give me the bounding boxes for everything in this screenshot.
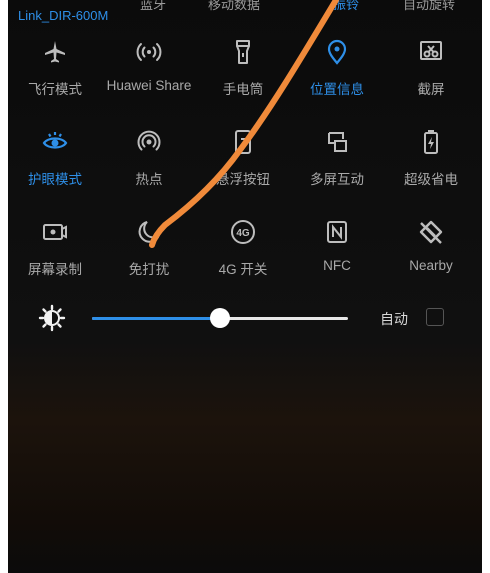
huawei-share-icon [135,38,163,66]
multiscreen-icon [323,128,351,156]
toggle-row-1: 飞行模式 Huawei Share 手电筒 位置信息 截屏 [8,32,482,112]
tile-label: 飞行模式 [28,82,82,97]
location-pin-icon [323,38,351,66]
tile-multiscreen[interactable]: 多屏互动 [290,122,384,202]
brightness-sun-icon [38,304,66,332]
tile-screenshot[interactable]: 截屏 [384,32,478,112]
flashlight-icon [229,38,257,66]
auto-rotate-label: 自动旋转 [403,0,456,13]
tile-nfc[interactable]: NFC [290,212,384,292]
floating-button-icon [229,128,257,156]
auto-brightness-label: 自动 [380,312,408,328]
bluetooth-label: 蓝牙 [140,0,167,13]
tile-4g-toggle[interactable]: 4G 4G 开关 [196,212,290,292]
tile-screen-record[interactable]: 屏幕录制 [8,212,102,292]
tile-label: 免打扰 [128,262,170,277]
tile-hotspot[interactable]: 热点 [102,122,196,202]
tile-do-not-disturb[interactable]: 免打扰 [102,212,196,292]
tile-label: Nearby [409,258,453,273]
tile-label: Huawei Share [106,78,192,93]
tile-label: 护眼模式 [28,172,82,187]
brightness-slider-thumb[interactable] [210,308,230,328]
tile-location[interactable]: 位置信息 [290,32,384,112]
tile-floating-button[interactable]: 悬浮按钮 [196,122,290,202]
tile-label: 超级省电 [404,172,458,187]
ring-label: 振铃 [333,0,360,13]
battery-saver-icon [417,128,445,156]
tile-airplane-mode[interactable]: 飞行模式 [8,32,102,112]
tile-eye-comfort[interactable]: 护眼模式 [8,122,102,202]
tile-battery-saver[interactable]: 超级省电 [384,122,478,202]
brightness-slider-fill [92,317,220,320]
tile-label: 截屏 [417,82,445,97]
moon-icon [135,218,163,246]
nearby-icon [417,218,445,246]
tile-label: 手电筒 [222,82,264,97]
tile-label: 位置信息 [310,82,364,97]
nfc-icon [323,218,351,246]
tile-label: 4G 开关 [218,262,268,277]
tile-label: 多屏互动 [310,172,364,187]
tile-huawei-share[interactable]: Huawei Share [102,32,196,112]
toggle-row-3: 屏幕录制 免打扰 4G 4G 开关 NFC Nearby [8,212,482,292]
tile-label: 热点 [135,172,163,187]
mobile-data-label: 移动数据 [208,0,261,13]
tile-label: 屏幕录制 [28,262,82,277]
screenshot-icon [417,38,445,66]
tile-label: NFC [323,258,351,273]
quick-settings-panel: 蓝牙 移动数据 振铃 自动旋转 Link_DIR-600M 飞行模式 Huawe… [8,0,482,573]
tile-flashlight[interactable]: 手电筒 [196,32,290,112]
wifi-network-label[interactable]: Link_DIR-600M [18,8,108,23]
tile-label: 悬浮按钮 [216,172,270,187]
4g-icon: 4G [229,218,257,246]
brightness-row: 自动 [8,300,482,336]
eye-icon [41,128,69,156]
toggle-row-2: 护眼模式 热点 悬浮按钮 多屏互动 超级省电 [8,122,482,202]
auto-brightness-checkbox[interactable] [426,308,444,326]
svg-text:4G: 4G [236,228,250,239]
hotspot-icon [135,128,163,156]
airplane-icon [41,38,69,66]
tile-nearby[interactable]: Nearby [384,212,478,292]
screen-record-icon [41,218,69,246]
